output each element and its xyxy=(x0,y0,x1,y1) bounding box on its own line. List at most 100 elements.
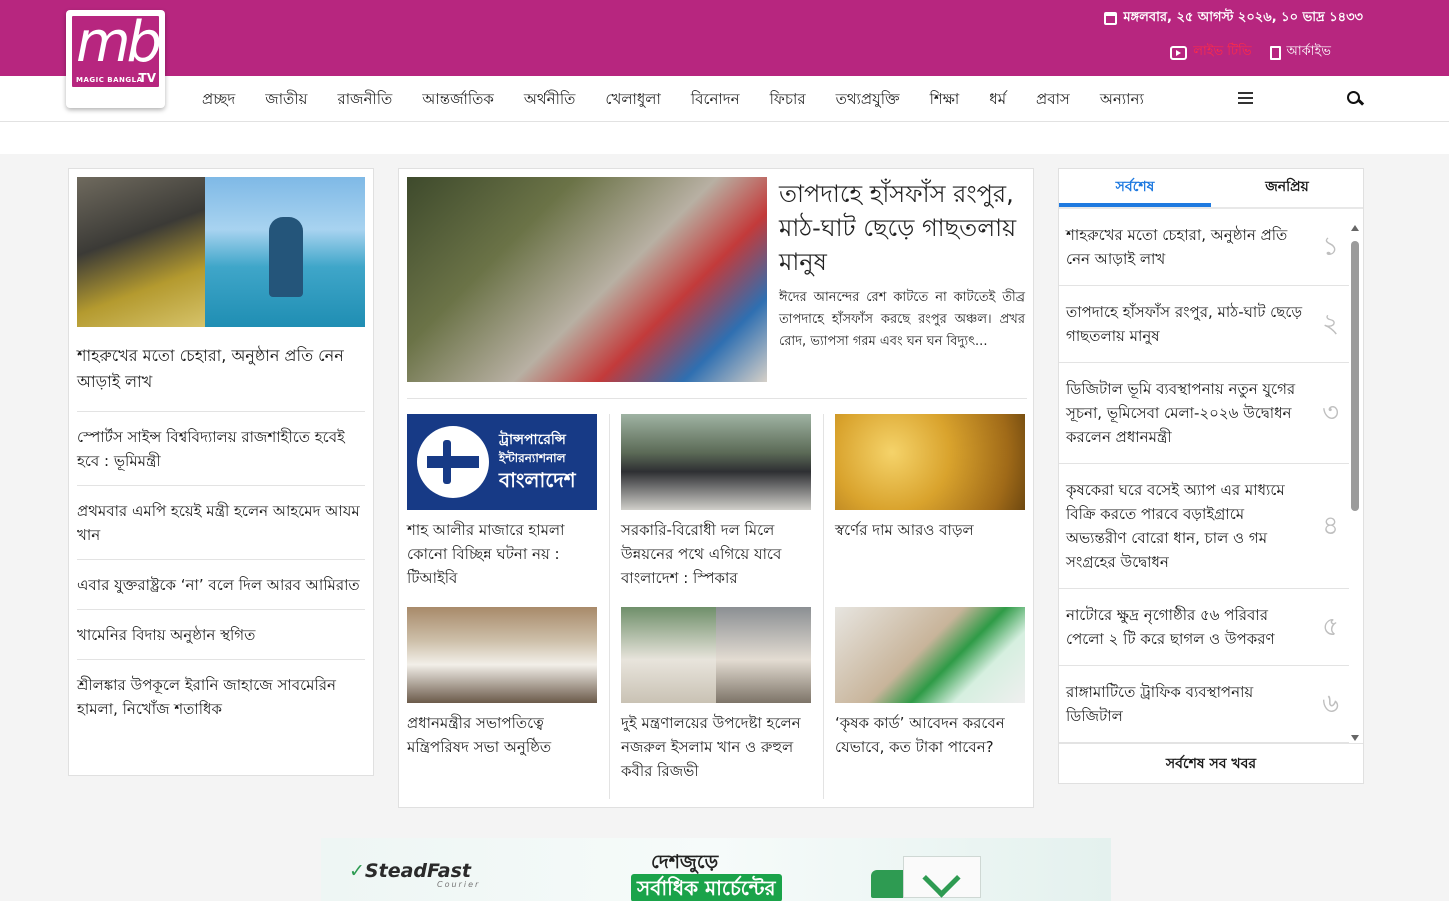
ti-bangladesh-logo-image: ট্রান্সপারেন্সি ইন্টারন্যাশনাল বাংলাদেশ xyxy=(407,414,597,510)
news-card[interactable]: সরকারি-বিরোধী দল মিলে উন্নয়নের পথে এগিয… xyxy=(621,414,811,590)
scroll-thumb[interactable] xyxy=(1351,241,1359,511)
scroll-down-arrow-icon[interactable] xyxy=(1351,735,1359,741)
delivery-truck-icon xyxy=(871,856,981,901)
scroll-up-arrow-icon[interactable] xyxy=(1351,225,1359,231)
news-card[interactable]: স্বর্ণের দাম আরও বাড়ল xyxy=(835,414,1025,542)
ti-logo-text: ট্রান্সপারেন্সি ইন্টারন্যাশনাল বাংলাদেশ xyxy=(499,432,576,492)
news-card[interactable]: ট্রান্সপারেন্সি ইন্টারন্যাশনাল বাংলাদেশ … xyxy=(407,414,597,590)
search-icon[interactable] xyxy=(1347,91,1362,106)
news-card-title[interactable]: স্বর্ণের দাম আরও বাড়ল xyxy=(835,518,1025,542)
live-tv-label: লাইভ টিভি xyxy=(1193,44,1252,59)
news-card[interactable]: দুই মন্ত্রণালয়ের উপদেষ্টা হলেন নজরুল ইস… xyxy=(621,607,811,783)
news-card-image xyxy=(621,607,811,703)
all-latest-news-link[interactable]: সর্বশেষ সব খবর xyxy=(1059,743,1363,783)
logo-tv: TV xyxy=(138,71,156,85)
steadfast-check-icon: ✓ xyxy=(349,860,365,882)
list-item[interactable]: প্রথমবার এমপি হয়েই মন্ত্রী হলেন আহমেদ আ… xyxy=(77,486,365,560)
nav-item-economy[interactable]: অর্থনীতি xyxy=(524,88,576,113)
list-item[interactable]: রাঙ্গামাটিতে ট্রাফিক ব্যবস্থাপনায় ডিজিট… xyxy=(1059,666,1349,743)
tab-popular[interactable]: জনপ্রিয় xyxy=(1211,169,1363,207)
top-links: লাইভ টিভি আর্কাইভ xyxy=(1170,42,1331,63)
hamburger-menu-icon[interactable] xyxy=(1238,92,1253,104)
news-card[interactable]: প্রধানমন্ত্রীর সভাপতিত্বে মন্ত্রিপরিষদ স… xyxy=(407,607,597,759)
latest-popular-tabs: সর্বশেষ জনপ্রিয় xyxy=(1059,169,1363,209)
tv-play-icon xyxy=(1170,45,1188,60)
archive-link[interactable]: আর্কাইভ xyxy=(1269,42,1331,63)
divider xyxy=(407,398,1027,399)
tab-latest[interactable]: সর্বশেষ xyxy=(1059,169,1211,207)
archive-label: আর্কাইভ xyxy=(1286,44,1331,59)
latest-item-title: ডিজিটাল ভূমি ব্যবস্থাপনায় নতুন যুগের সূ… xyxy=(1066,380,1296,446)
lead-story-summary: ঈদের আনন্দের রেশ কাটতে না কাটতেই তীব্র ত… xyxy=(779,290,1025,349)
latest-item-number: ৫ xyxy=(1322,612,1339,642)
nav-item-home[interactable]: প্রচ্ছদ xyxy=(202,88,235,113)
news-card[interactable]: ‘কৃষক কার্ড’ আবেদন করবেন যেভাবে, কত টাকা… xyxy=(835,607,1025,759)
ti-logo-icon xyxy=(417,426,489,498)
list-item[interactable]: খামেনির বিদায় অনুষ্ঠান স্থগিত xyxy=(77,610,365,660)
news-card-title[interactable]: সরকারি-বিরোধী দল মিলে উন্নয়নের পথে এগিয… xyxy=(621,518,811,590)
left-hero-image[interactable] xyxy=(77,177,365,327)
list-item[interactable]: এবার যুক্তরাষ্ট্রকে ‘না’ বলে দিল আরব আমি… xyxy=(77,560,365,610)
nav-item-others[interactable]: অন্যান্য xyxy=(1100,88,1144,113)
news-card-title[interactable]: দুই মন্ত্রণালয়ের উপদেষ্টা হলেন নজরুল ইস… xyxy=(621,711,811,783)
logo-text: mb xyxy=(76,14,159,75)
steadfast-logo-sub: Courier xyxy=(437,880,481,889)
steadfast-ad-banner[interactable]: ✓SteadFast Courier দেশজুড়ে সর্বাধিক মার… xyxy=(321,838,1111,901)
news-card-title[interactable]: প্রধানমন্ত্রীর সভাপতিত্বে মন্ত্রিপরিষদ স… xyxy=(407,711,597,759)
list-item[interactable]: তাপদাহে হাঁসফাঁস রংপুর, মাঠ-ঘাট ছেড়ে গা… xyxy=(1059,286,1349,363)
date-display: মঙ্গলবার, ২৫ আগস্ট ২০২৬, ১০ ভাদ্র ১৪৩৩ xyxy=(1104,8,1363,29)
nav-item-expat[interactable]: প্রবাস xyxy=(1036,88,1070,113)
news-card-image xyxy=(407,607,597,703)
latest-item-title: নাটোরে ক্ষুদ্র নৃগোষ্ঠীর ৫৬ পরিবার পেলো … xyxy=(1066,606,1275,648)
list-item[interactable]: নাটোরে ক্ষুদ্র নৃগোষ্ঠীর ৫৬ পরিবার পেলো … xyxy=(1059,589,1349,666)
list-item[interactable]: শাহরুখের মতো চেহারা, অনুষ্ঠান প্রতি নেন … xyxy=(1059,209,1349,286)
news-card-image xyxy=(621,414,811,510)
latest-item-title: কৃষকেরা ঘরে বসেই অ্যাপ এর মাধ্যমে বিক্রি… xyxy=(1066,481,1285,571)
list-item[interactable]: ডিজিটাল ভূমি ব্যবস্থাপনায় নতুন যুগের সূ… xyxy=(1059,363,1349,464)
nav-item-sports[interactable]: খেলাধুলা xyxy=(605,88,660,113)
portrait-left xyxy=(621,607,716,703)
list-item[interactable]: কৃষকেরা ঘরে বসেই অ্যাপ এর মাধ্যমে বিক্রি… xyxy=(1059,464,1349,589)
logo-mark: mb MAGIC BANGLA TV xyxy=(70,14,161,89)
nav-item-religion[interactable]: ধর্ম xyxy=(989,88,1006,113)
latest-item-number: ৩ xyxy=(1322,398,1339,428)
nav-spacer xyxy=(0,122,1449,154)
latest-news-list: শাহরুখের মতো চেহারা, অনুষ্ঠান প্রতি নেন … xyxy=(1059,209,1349,743)
nav-item-international[interactable]: আন্তর্জাতিক xyxy=(422,88,494,113)
nav-item-politics[interactable]: রাজনীতি xyxy=(337,88,392,113)
latest-item-title: রাঙ্গামাটিতে ট্রাফিক ব্যবস্থাপনায় ডিজিট… xyxy=(1066,683,1254,725)
nav-item-national[interactable]: জাতীয় xyxy=(265,88,307,113)
latest-list-scrollbar[interactable] xyxy=(1350,225,1360,741)
lead-story-headline[interactable]: তাপদাহে হাঁসফাঁস রংপুর, মাঠ-ঘাট ছেড়ে গা… xyxy=(779,177,1027,279)
latest-item-number: ৪ xyxy=(1322,511,1339,541)
date-text: মঙ্গলবার, ২৫ আগস্ট ২০২৬, ১০ ভাদ্র ১৪৩৩ xyxy=(1123,10,1363,25)
nav-item-feature[interactable]: ফিচার xyxy=(770,88,806,113)
news-card-title[interactable]: ‘কৃষক কার্ড’ আবেদন করবেন যেভাবে, কত টাকা… xyxy=(835,711,1025,759)
latest-item-number: ৬ xyxy=(1322,689,1339,719)
right-latest-column: সর্বশেষ জনপ্রিয় শাহরুখের মতো চেহারা, অন… xyxy=(1058,168,1364,784)
news-card-image xyxy=(835,414,1025,510)
left-news-column: শাহরুখের মতো চেহারা, অনুষ্ঠান প্রতি নেন … xyxy=(68,168,374,776)
list-item[interactable]: শ্রীলঙ্কার উপকূলে ইরানি জাহাজে সাবমেরিন … xyxy=(77,660,365,733)
site-logo[interactable]: mb MAGIC BANGLA TV xyxy=(66,10,165,108)
banner-headline-2: সর্বাধিক মার্চেন্টের xyxy=(631,874,782,901)
list-item[interactable]: স্পোর্টস সাইন্স বিশ্ববিদ্যালয় রাজশাহীতে… xyxy=(77,412,365,486)
news-card-image xyxy=(835,607,1025,703)
portrait-right xyxy=(716,607,811,703)
left-hero-headline[interactable]: শাহরুখের মতো চেহারা, অনুষ্ঠান প্রতি নেন … xyxy=(77,343,365,412)
latest-item-number: ২ xyxy=(1322,309,1339,339)
top-bar: মঙ্গলবার, ২৫ আগস্ট ২০২৬, ১০ ভাদ্র ১৪৩৩ ল… xyxy=(0,0,1449,76)
news-card-title[interactable]: শাহ আলীর মাজারে হামলা কোনো বিচ্ছিন্ন ঘটন… xyxy=(407,518,597,590)
lead-story-image[interactable] xyxy=(407,177,767,382)
divider xyxy=(823,414,824,799)
live-tv-link[interactable]: লাইভ টিভি xyxy=(1170,42,1252,63)
nav-item-entertainment[interactable]: বিনোদন xyxy=(691,88,740,113)
divider xyxy=(609,414,610,799)
latest-item-number: ১ xyxy=(1322,232,1339,262)
logo-subtitle: MAGIC BANGLA xyxy=(76,76,143,84)
nav-item-tech[interactable]: তথ্যপ্রযুক্তি xyxy=(836,88,900,113)
main-navbar: প্রচ্ছদ জাতীয় রাজনীতি আন্তর্জাতিক অর্থন… xyxy=(0,76,1449,122)
document-icon xyxy=(1269,45,1281,60)
steadfast-logo: ✓SteadFast xyxy=(349,860,472,882)
nav-item-education[interactable]: শিক্ষা xyxy=(930,88,960,113)
